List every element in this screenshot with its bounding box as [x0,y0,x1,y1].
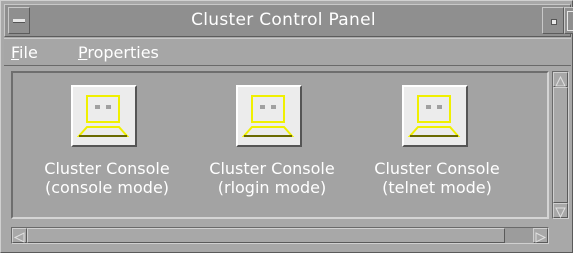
telnet-mode-label-line2: (telnet mode) [382,178,492,197]
icon-view: Cluster Console (console mode) Cluster C… [11,71,549,219]
console-mode-label: Cluster Console (console mode) [32,159,182,197]
scroll-right-arrow[interactable] [533,228,548,243]
terminal-icon[interactable] [236,85,302,147]
maximize-button[interactable] [564,7,573,34]
menu-file[interactable]: File [11,39,38,66]
rlogin-mode-label-line2: (rlogin mode) [217,178,327,197]
minimize-button[interactable] [542,7,564,34]
vertical-scroll-thumb[interactable] [553,87,568,203]
vertical-scrollbar[interactable] [552,71,569,219]
menu-file-label: ile [19,43,38,62]
window-title: Cluster Control Panel [191,10,376,30]
terminal-icon[interactable] [402,85,468,147]
menu-properties-mnemonic: P [78,43,88,62]
horizontal-scroll-thumb[interactable] [27,228,505,243]
horizontal-scrollbar[interactable] [11,227,549,244]
rlogin-mode-launcher[interactable]: Cluster Console (rlogin mode) [197,73,347,203]
menu-properties[interactable]: Properties [78,39,159,66]
menu-properties-label: roperties [87,43,159,62]
cluster-control-panel-window: Cluster Control Panel File Properties Cl… [0,0,573,253]
menu-bar: File Properties [4,38,571,66]
title-bar[interactable]: Cluster Control Panel [4,4,573,37]
console-mode-label-line2: (console mode) [44,178,170,197]
rlogin-mode-label: Cluster Console (rlogin mode) [197,159,347,197]
menu-file-mnemonic: F [11,43,20,62]
telnet-mode-label-line1: Cluster Console [374,159,500,178]
scroll-down-arrow[interactable] [553,203,568,219]
rlogin-mode-label-line1: Cluster Console [209,159,335,178]
window-menu-button[interactable] [8,7,30,34]
telnet-mode-label: Cluster Console (telnet mode) [362,159,512,197]
scroll-up-arrow[interactable] [553,72,568,87]
console-mode-label-line1: Cluster Console [44,159,170,178]
telnet-mode-launcher[interactable]: Cluster Console (telnet mode) [362,73,512,203]
scroll-left-arrow[interactable] [12,228,27,243]
terminal-icon[interactable] [71,85,137,147]
console-mode-launcher[interactable]: Cluster Console (console mode) [32,73,182,203]
